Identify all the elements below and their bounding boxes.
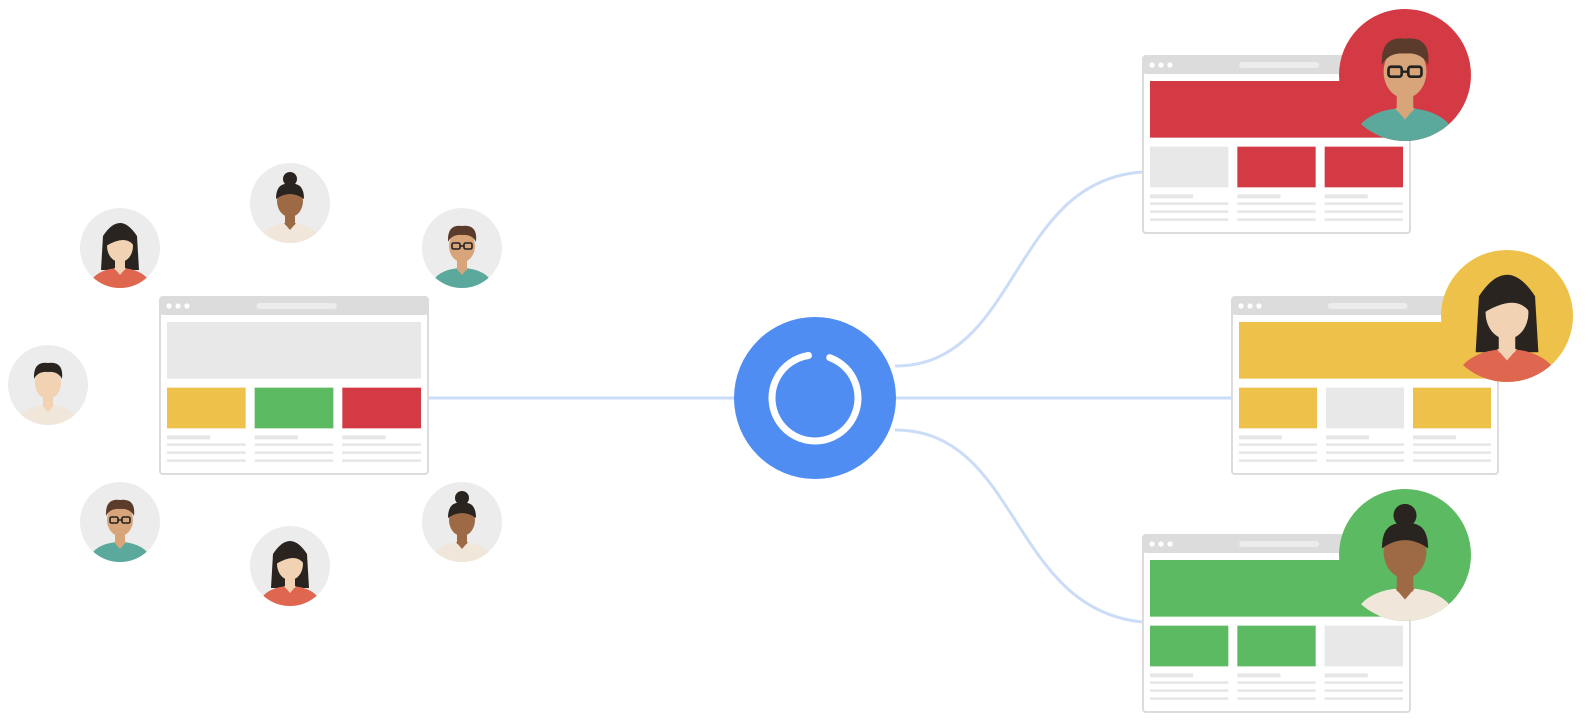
text-line	[1239, 451, 1317, 454]
text-line	[1413, 435, 1456, 440]
text-line	[1324, 681, 1403, 684]
text-line	[1150, 218, 1229, 221]
connector-hub-to-variant-green	[894, 428, 1144, 624]
person-avatar-icon	[80, 482, 160, 562]
text-line	[1413, 459, 1491, 462]
content-block	[1150, 146, 1229, 188]
text-line	[1239, 435, 1282, 440]
content-block	[1239, 387, 1317, 429]
content-block	[167, 387, 246, 429]
text-line	[342, 459, 421, 462]
hair-bun	[283, 172, 297, 186]
content-block	[1326, 387, 1404, 429]
text-line	[1150, 689, 1229, 692]
text-line	[167, 443, 246, 446]
text-line	[1324, 673, 1368, 678]
text-line	[342, 435, 386, 440]
text-line	[1324, 202, 1403, 205]
hero-banner	[167, 322, 421, 379]
address-bar	[1239, 62, 1320, 68]
text-line	[1237, 681, 1316, 684]
person-avatar-icon	[422, 482, 502, 562]
window-dot-icon	[1247, 303, 1253, 309]
variant-green	[1142, 489, 1471, 713]
person-avatar-icon	[422, 208, 502, 288]
text-line	[1237, 202, 1316, 205]
text-line	[1326, 459, 1404, 462]
text-line	[1150, 673, 1194, 678]
content-block	[1150, 625, 1229, 667]
text-line	[342, 451, 421, 454]
text-line	[254, 435, 298, 440]
window-dot-icon	[1167, 62, 1173, 68]
person-avatar-icon	[250, 526, 330, 606]
content-block	[1324, 146, 1403, 188]
content-block	[342, 387, 421, 429]
text-line	[254, 451, 334, 454]
window-dot-icon	[1158, 541, 1164, 547]
person-avatar-icon	[8, 345, 88, 425]
text-line	[254, 443, 334, 446]
text-line	[1237, 218, 1316, 221]
text-line	[1326, 443, 1404, 446]
text-line	[1413, 451, 1491, 454]
text-line	[1237, 210, 1316, 213]
variant-pages	[1142, 9, 1573, 713]
text-line	[1239, 443, 1317, 446]
person-avatar-icon	[250, 163, 330, 243]
text-line	[1326, 451, 1404, 454]
hub-circle	[734, 317, 896, 479]
text-line	[1150, 210, 1229, 213]
content-block	[1237, 146, 1316, 188]
window-dot-icon	[184, 303, 190, 309]
content-block	[1324, 625, 1403, 667]
text-line	[1237, 689, 1316, 692]
text-line	[1150, 681, 1229, 684]
source-browser-window	[159, 296, 429, 475]
text-line	[167, 459, 246, 462]
text-line	[1237, 697, 1316, 700]
address-bar	[1239, 541, 1320, 547]
text-line	[1324, 697, 1403, 700]
text-line	[1237, 194, 1281, 199]
content-block	[1237, 625, 1316, 667]
address-bar	[256, 303, 337, 309]
window-dot-icon	[166, 303, 172, 309]
person-avatar-icon	[80, 208, 160, 288]
window-dot-icon	[1238, 303, 1244, 309]
variant-yellow	[1231, 250, 1573, 475]
text-line	[1237, 673, 1281, 678]
text-line	[167, 435, 211, 440]
personalization-diagram	[8, 9, 1573, 713]
text-line	[167, 451, 246, 454]
text-line	[254, 459, 334, 462]
hair-bun	[455, 491, 469, 505]
window-dot-icon	[1149, 541, 1155, 547]
text-line	[1150, 202, 1229, 205]
window-dot-icon	[1158, 62, 1164, 68]
connector-hub-to-variant-red	[894, 170, 1144, 368]
text-line	[1413, 443, 1491, 446]
text-line	[1239, 459, 1317, 462]
hair-bun	[1393, 503, 1417, 527]
text-line	[1324, 689, 1403, 692]
text-line	[1324, 218, 1403, 221]
personalization-hub	[734, 317, 896, 479]
text-line	[1150, 194, 1194, 199]
content-block	[254, 387, 334, 429]
text-line	[1324, 194, 1368, 199]
text-line	[1324, 210, 1403, 213]
variant-red	[1142, 9, 1471, 234]
window-dot-icon	[175, 303, 181, 309]
window-dot-icon	[1167, 541, 1173, 547]
window-dot-icon	[1256, 303, 1262, 309]
address-bar	[1327, 303, 1408, 309]
window-dot-icon	[1149, 62, 1155, 68]
text-line	[1150, 697, 1229, 700]
content-block	[1413, 387, 1491, 429]
source-page	[159, 296, 429, 475]
text-line	[342, 443, 421, 446]
text-line	[1326, 435, 1369, 440]
